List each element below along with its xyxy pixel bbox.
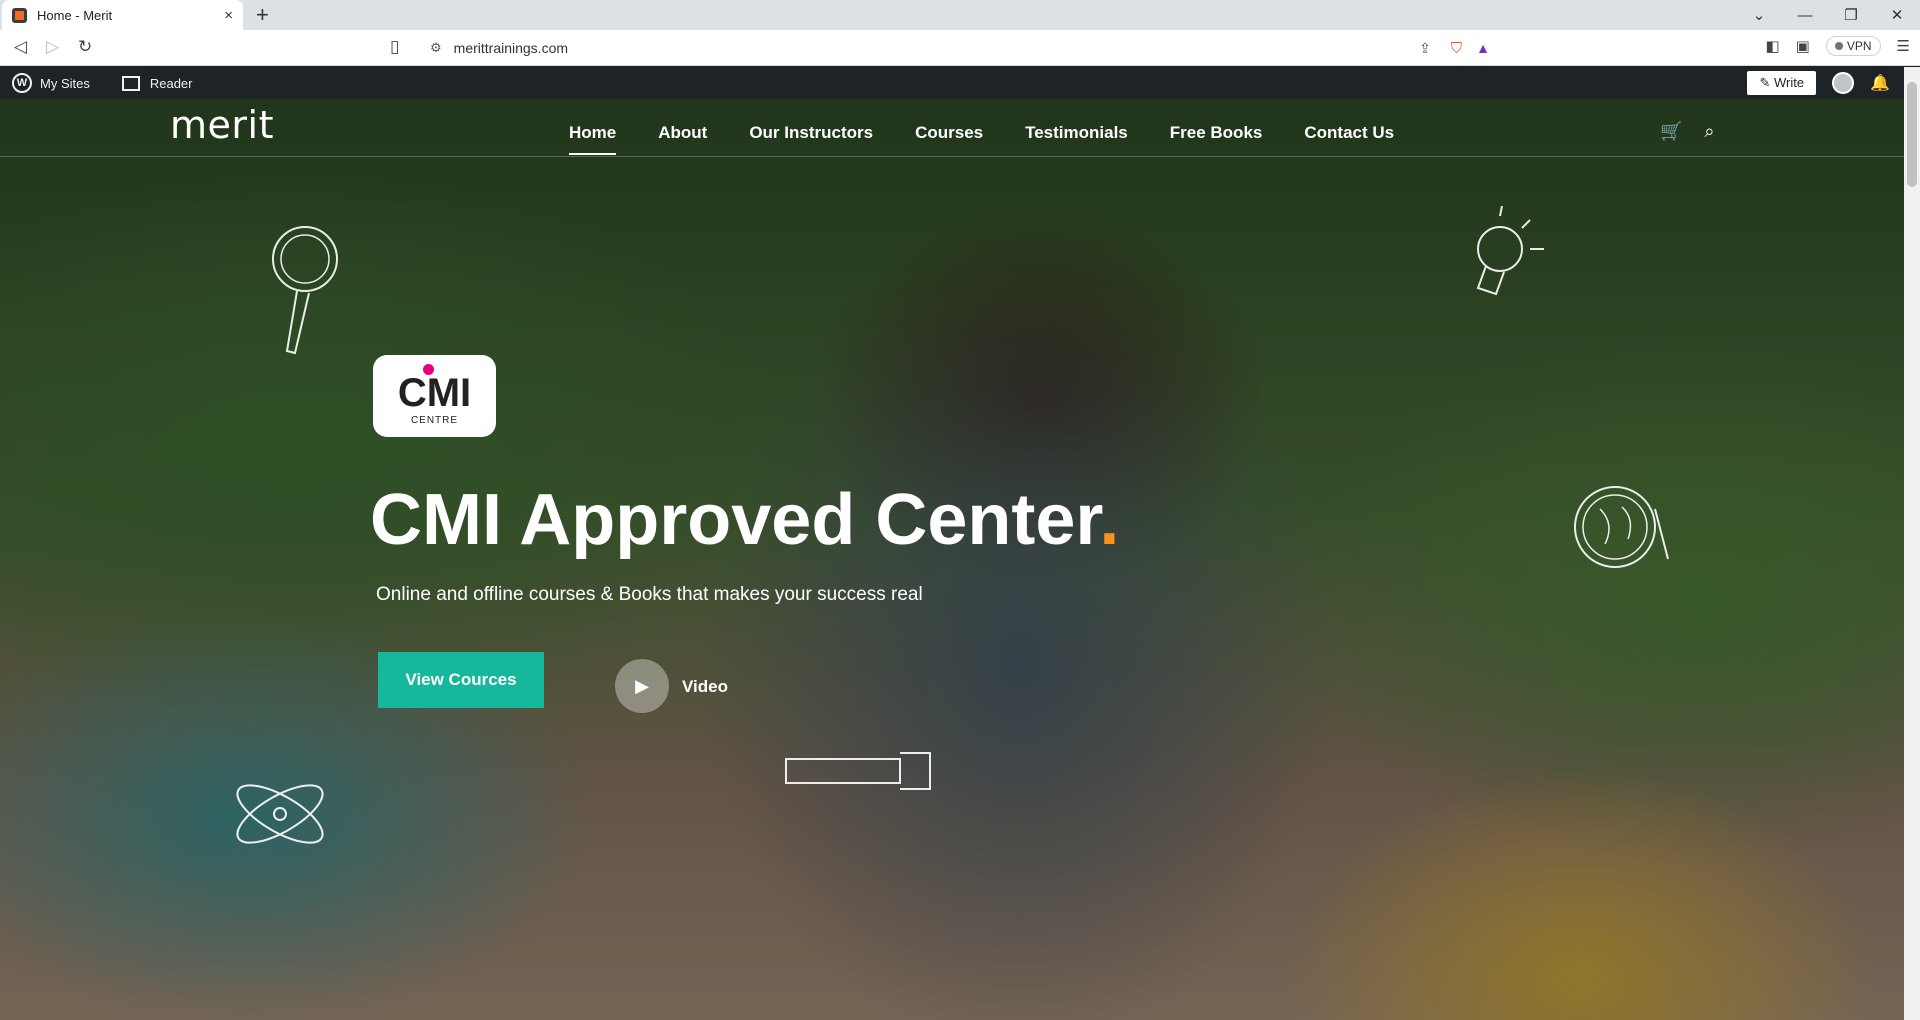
my-sites-link[interactable]: W My Sites xyxy=(12,73,90,93)
wallet-icon[interactable]: ▣ xyxy=(1796,37,1810,55)
cmi-badge-text: CMI xyxy=(397,370,472,415)
cmi-dot-icon xyxy=(423,364,434,375)
share-icon[interactable]: ⇪ xyxy=(1419,40,1431,57)
hero-subtitle: Online and offline courses & Books that … xyxy=(376,584,923,605)
address-bar[interactable]: ⚙ merittrainings.com ⇪ ⛉ ▲ xyxy=(420,34,1500,62)
play-icon: ▶ xyxy=(635,675,649,696)
browser-toolbar: ◁ ▷ ↻ ▯ ⚙ merittrainings.com ⇪ ⛉ ▲ ◧ ▣ V… xyxy=(0,30,1920,66)
my-sites-label: My Sites xyxy=(40,75,90,91)
site-favicon-icon xyxy=(12,7,27,23)
cart-icon[interactable]: 🛒 xyxy=(1660,121,1682,142)
site-info-icon[interactable]: ⚙ xyxy=(430,40,442,56)
lightbulb-doodle-icon xyxy=(1476,205,1544,296)
reader-icon xyxy=(121,75,140,91)
menu-icon[interactable]: ☰ xyxy=(1897,37,1910,55)
back-icon[interactable]: ◁ xyxy=(14,37,27,57)
forward-icon[interactable]: ▷ xyxy=(46,37,59,57)
write-label: Write xyxy=(1773,75,1805,90)
vpn-label: VPN xyxy=(1846,39,1872,53)
toolbar-right: ◧ ▣ VPN ☰ xyxy=(1765,36,1910,56)
page-scrollbar[interactable] xyxy=(1904,67,1920,1020)
cmi-badge: CMI CENTRE xyxy=(373,355,496,437)
url-text[interactable]: merittrainings.com xyxy=(454,40,568,56)
video-play-button[interactable]: ▶ xyxy=(615,659,669,713)
hero-section: merit Home About Our Instructors Courses… xyxy=(0,99,1904,1020)
video-label[interactable]: Video xyxy=(682,677,728,697)
scrollbar-thumb[interactable] xyxy=(1907,82,1917,187)
menu-item-about[interactable]: About xyxy=(658,123,707,143)
write-button[interactable]: ✎ Write xyxy=(1747,71,1817,95)
site-header: merit Home About Our Instructors Courses… xyxy=(0,99,1904,157)
hero-title-dot: . xyxy=(1099,480,1120,560)
wp-admin-bar: W My Sites Reader ✎ Write 🔔 xyxy=(0,67,1904,99)
menu-item-home[interactable]: Home xyxy=(569,123,617,155)
hero-title: CMI Approved Center. xyxy=(370,479,1119,561)
sidebar-icon[interactable]: ◧ xyxy=(1765,37,1779,55)
main-menu: Home About Our Instructors Courses Testi… xyxy=(569,123,1436,155)
browser-tab[interactable]: Home - Merit × xyxy=(2,0,243,30)
tab-list-icon[interactable]: ⌄ xyxy=(1736,6,1782,24)
new-tab-button[interactable]: + xyxy=(256,4,269,26)
browser-tab-bar: Home - Merit × + ⌄ — ❐ ✕ xyxy=(0,0,1920,30)
notifications-icon[interactable]: 🔔 xyxy=(1870,73,1890,93)
wordpress-icon: W xyxy=(12,73,32,93)
bookmark-icon[interactable]: ▯ xyxy=(390,37,399,57)
magnifier-doodle-icon xyxy=(272,226,338,355)
search-icon[interactable]: ⌕ xyxy=(1704,121,1714,142)
reader-link[interactable]: Reader xyxy=(108,75,193,91)
hero-title-text: CMI Approved Center xyxy=(370,480,1100,560)
menu-item-our-instructors[interactable]: Our Instructors xyxy=(749,123,873,143)
vpn-button[interactable]: VPN xyxy=(1825,36,1881,56)
avatar[interactable] xyxy=(1832,72,1855,94)
menu-item-testimonials[interactable]: Testimonials xyxy=(1025,123,1128,143)
close-window-icon[interactable]: ✕ xyxy=(1874,6,1920,24)
menu-item-contact-us[interactable]: Contact Us xyxy=(1304,123,1394,143)
globe-doodle-icon xyxy=(1574,486,1669,568)
header-icons: 🛒 ⌕ xyxy=(1660,121,1715,142)
tab-title: Home - Merit xyxy=(37,7,113,23)
reader-label: Reader xyxy=(149,75,193,91)
menu-item-courses[interactable]: Courses xyxy=(915,123,983,143)
atom-doodle-icon xyxy=(236,784,324,844)
brave-shield-icon[interactable]: ⛉ xyxy=(1451,40,1462,57)
reload-icon[interactable]: ↻ xyxy=(78,37,92,57)
cmi-badge-subtext: CENTRE xyxy=(410,414,459,426)
menu-item-free-books[interactable]: Free Books xyxy=(1170,123,1263,143)
window-controls: ⌄ — ❐ ✕ xyxy=(1736,0,1920,30)
wp-bar-right: ✎ Write 🔔 xyxy=(1747,71,1890,95)
vpn-status-icon xyxy=(1834,42,1843,50)
minimize-icon[interactable]: — xyxy=(1782,7,1828,24)
view-courses-button[interactable]: View Cources xyxy=(378,652,544,708)
restore-icon[interactable]: ❐ xyxy=(1828,6,1874,24)
tab-close-icon[interactable]: × xyxy=(224,7,233,24)
brave-rewards-icon[interactable]: ▲ xyxy=(1476,40,1490,56)
site-logo[interactable]: merit xyxy=(170,103,274,147)
test-tube-doodle-icon xyxy=(785,752,931,790)
